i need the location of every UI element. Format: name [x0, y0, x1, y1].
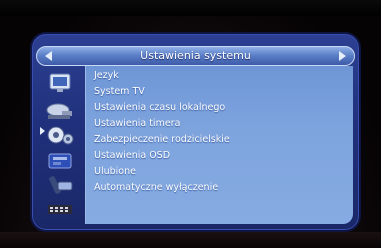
film-strip-icon[interactable]: [44, 198, 76, 220]
menu-item-favorites[interactable]: Ulubione: [94, 165, 136, 179]
selected-category-arrow-icon: [40, 127, 45, 135]
menu-item-tv-system[interactable]: System TV: [94, 85, 145, 99]
media-card-icon[interactable]: [44, 150, 76, 172]
menu-title: Ustawienia systemu: [140, 49, 251, 62]
category-icon-column: [40, 70, 84, 218]
gears-icon[interactable]: [44, 124, 76, 146]
menu-item-local-time[interactable]: Ustawienia czasu lokalnego: [94, 101, 225, 115]
bottom-bezel: [0, 232, 381, 248]
menu-item-language[interactable]: Jezyk: [94, 69, 119, 83]
satellite-dish-icon[interactable]: [44, 100, 76, 122]
remote-control-icon[interactable]: [44, 174, 76, 196]
settings-list: Jezyk System TV Ustawienia czasu lokalne…: [85, 66, 353, 224]
tv-screen-frame: Ustawienia systemu Jezyk System TV Ustaw…: [0, 0, 381, 248]
menu-item-parental-lock[interactable]: Zabezpieczenie rodzicielskie: [94, 133, 230, 147]
tv-screen-icon[interactable]: [44, 72, 76, 94]
menu-item-auto-shutdown[interactable]: Automatyczne wyłączenie: [94, 181, 218, 195]
menu-item-timer[interactable]: Ustawienia timera: [94, 117, 180, 131]
menu-item-osd-settings[interactable]: Ustawienia OSD: [94, 149, 170, 163]
arrow-right-icon[interactable]: [339, 51, 346, 61]
menu-title-bar: Ustawienia systemu: [36, 46, 355, 66]
